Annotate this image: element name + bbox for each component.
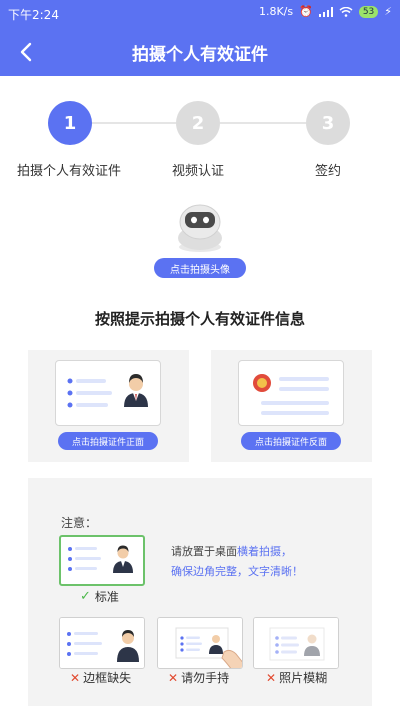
status-time: 下午2:24 <box>8 8 59 22</box>
id-front-panel[interactable]: 点击拍摄证件正面 <box>28 350 189 462</box>
alarm-icon: ⏰ <box>299 5 313 18</box>
notes-title: 注意： <box>61 516 98 530</box>
step-connector <box>92 122 176 124</box>
standard-label: ✓ 标准 <box>80 589 119 604</box>
status-icons: 1.8K/s ⏰ 53 ⚡ <box>259 5 392 18</box>
handheld-label: ✕ 请勿手持 <box>168 670 230 686</box>
capture-id-front-button[interactable]: 点击拍摄证件正面 <box>58 432 158 450</box>
handheld-example-image <box>157 617 243 669</box>
capture-avatar-button[interactable]: 点击拍摄头像 <box>154 258 246 278</box>
step-1-label: 拍摄个人有效证件 <box>17 164 122 179</box>
battery-icon: 53 <box>358 5 379 18</box>
notes-tip: 请放置于桌面横着拍摄， 确保边角完整，文字清晰！ <box>171 545 303 578</box>
blurry-label: ✕ 照片模糊 <box>266 670 328 686</box>
cross-icon: ✕ <box>168 670 179 685</box>
standard-example-image <box>59 535 145 586</box>
id-front-illustration <box>55 360 161 426</box>
step-3-circle: 3 <box>306 101 350 145</box>
step-1-circle: 1 <box>48 101 92 145</box>
id-back-illustration <box>238 360 344 426</box>
net-speed: 1.8K/s <box>258 5 294 18</box>
step-connector <box>220 122 306 124</box>
notes-panel: 注意： ✓ 标准 请放置于桌面横着拍摄， 确保边角完整，文字清晰！ ✕ 边框缺失… <box>28 478 372 706</box>
signal-icon <box>318 6 333 17</box>
cross-icon: ✕ <box>70 670 81 685</box>
status-bar: 下午2:24 1.8K/s ⏰ 53 ⚡ <box>0 0 400 26</box>
id-back-panel[interactable]: 点击拍摄证件反面 <box>211 350 372 462</box>
blurry-example-image <box>253 617 339 669</box>
capture-id-back-button[interactable]: 点击拍摄证件反面 <box>241 432 341 450</box>
section-title: 按照提示拍摄个人有效证件信息 <box>94 310 305 328</box>
step-2-circle: 2 <box>176 101 220 145</box>
robot-avatar-icon[interactable] <box>170 202 230 254</box>
step-indicator: 1 2 3 拍摄个人有效证件 视频认证 签约 <box>0 96 400 186</box>
app-bar: 拍摄个人有效证件 <box>0 26 400 76</box>
wifi-icon <box>339 6 353 17</box>
step-2-label: 视频认证 <box>172 164 225 179</box>
page-title: 拍摄个人有效证件 <box>132 45 268 65</box>
cross-icon: ✕ <box>266 670 277 685</box>
step-3-label: 签约 <box>315 164 342 179</box>
missing-border-label: ✕ 边框缺失 <box>70 670 132 686</box>
check-icon: ✓ <box>80 589 91 604</box>
missing-border-example-image <box>59 617 145 669</box>
charging-icon: ⚡ <box>384 5 392 18</box>
